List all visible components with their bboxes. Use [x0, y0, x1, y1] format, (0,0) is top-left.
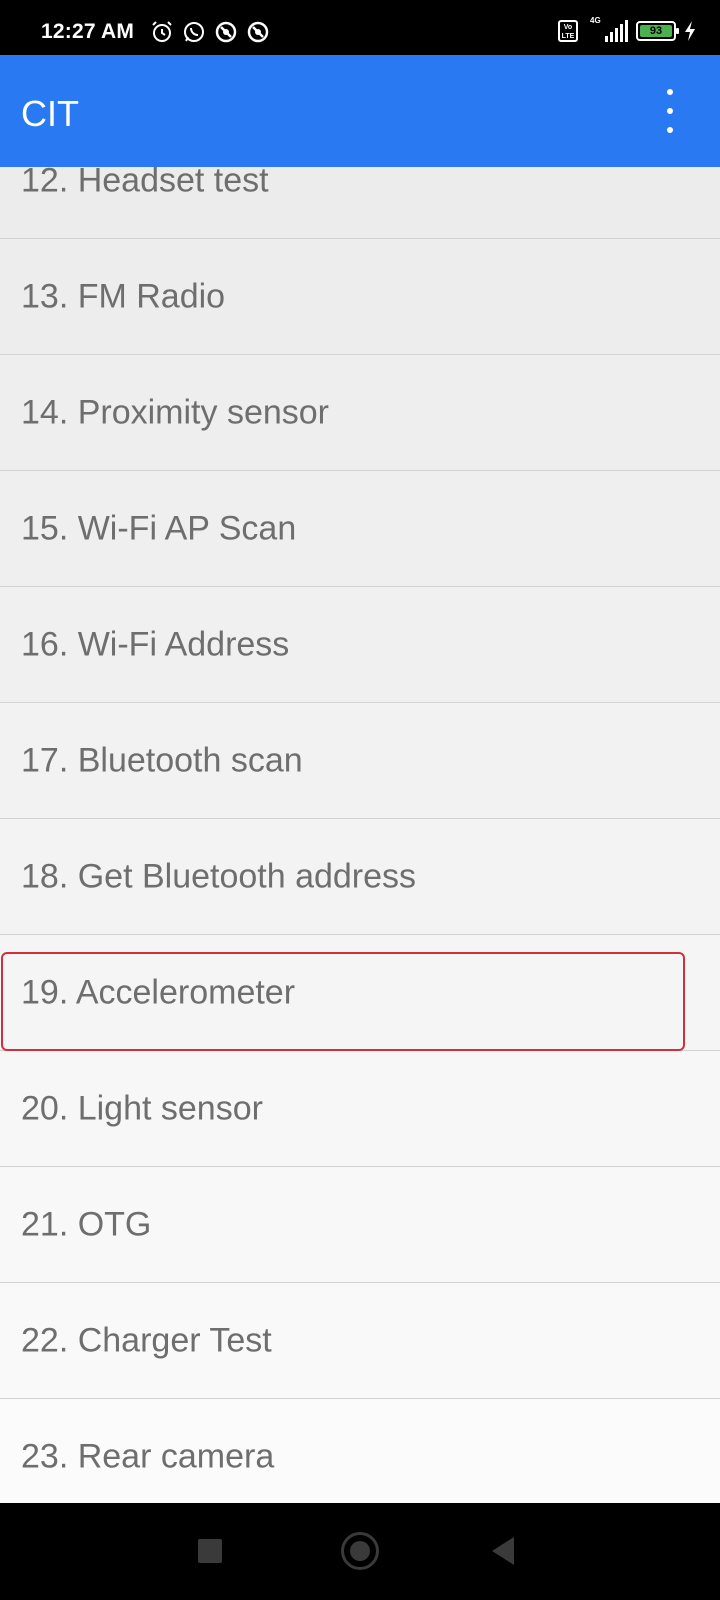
list-item-wifi-address[interactable]: 16. Wi-Fi Address: [0, 587, 720, 703]
notification-icons: [150, 20, 270, 44]
status-bar: 12:27 AM Vo LTE 4G 93: [0, 0, 720, 55]
list-item-proximity-sensor[interactable]: 14. Proximity sensor: [0, 355, 720, 471]
list-item-wifi-ap-scan[interactable]: 15. Wi-Fi AP Scan: [0, 471, 720, 587]
list-item-headset-test[interactable]: 12. Headset test: [0, 167, 720, 239]
navigation-bar: [0, 1503, 720, 1600]
back-icon[interactable]: [492, 1537, 514, 1565]
list-item-light-sensor[interactable]: 20. Light sensor: [0, 1051, 720, 1167]
list-item-bluetooth-address[interactable]: 18. Get Bluetooth address: [0, 819, 720, 935]
test-list[interactable]: 12. Headset test 13. FM Radio 14. Proxim…: [0, 167, 720, 1503]
home-icon[interactable]: [341, 1532, 379, 1570]
app-bar: CIT: [0, 55, 720, 167]
list-item-label: 19. Accelerometer: [21, 973, 296, 1011]
system-status-icons: Vo LTE 4G 93: [558, 16, 696, 44]
app-notification-icon: [247, 21, 269, 43]
more-vert-icon: [667, 89, 673, 95]
list-item-label: 15. Wi-Fi AP Scan: [21, 509, 297, 547]
list-item-label: 18. Get Bluetooth address: [21, 857, 417, 895]
list-item-accelerometer[interactable]: 19. Accelerometer: [0, 935, 720, 1051]
list-item-rear-camera[interactable]: 23. Rear camera: [0, 1399, 720, 1503]
network-type-label: 4G: [590, 16, 601, 25]
charging-icon: [685, 21, 695, 41]
whatsapp-icon: [184, 22, 204, 42]
list-item-otg[interactable]: 21. OTG: [0, 1167, 720, 1283]
recents-icon[interactable]: [198, 1539, 222, 1563]
list-item-label: 12. Headset test: [21, 167, 269, 199]
alarm-icon: [152, 21, 172, 42]
list-item-label: 17. Bluetooth scan: [21, 741, 303, 779]
list-item-label: 14. Proximity sensor: [21, 393, 329, 431]
app-title: CIT: [21, 93, 79, 134]
battery-level: 93: [640, 25, 672, 37]
volte-icon: Vo LTE: [558, 20, 578, 42]
list-item-fm-radio[interactable]: 13. FM Radio: [0, 239, 720, 355]
list-item-label: 20. Light sensor: [21, 1089, 263, 1127]
list-item-label: 16. Wi-Fi Address: [21, 625, 290, 663]
app-notification-icon: [215, 21, 237, 43]
more-options-button[interactable]: [660, 89, 680, 133]
list-item-charger-test[interactable]: 22. Charger Test: [0, 1283, 720, 1399]
status-time: 12:27 AM: [41, 20, 135, 43]
list-item-label: 13. FM Radio: [21, 277, 226, 315]
signal-icon: 4G: [586, 16, 628, 44]
list-item-label: 22. Charger Test: [21, 1321, 272, 1359]
battery-icon: 93: [636, 21, 679, 41]
list-item-bluetooth-scan[interactable]: 17. Bluetooth scan: [0, 703, 720, 819]
list-item-label: 23. Rear camera: [21, 1437, 275, 1475]
list-item-label: 21. OTG: [21, 1205, 152, 1243]
